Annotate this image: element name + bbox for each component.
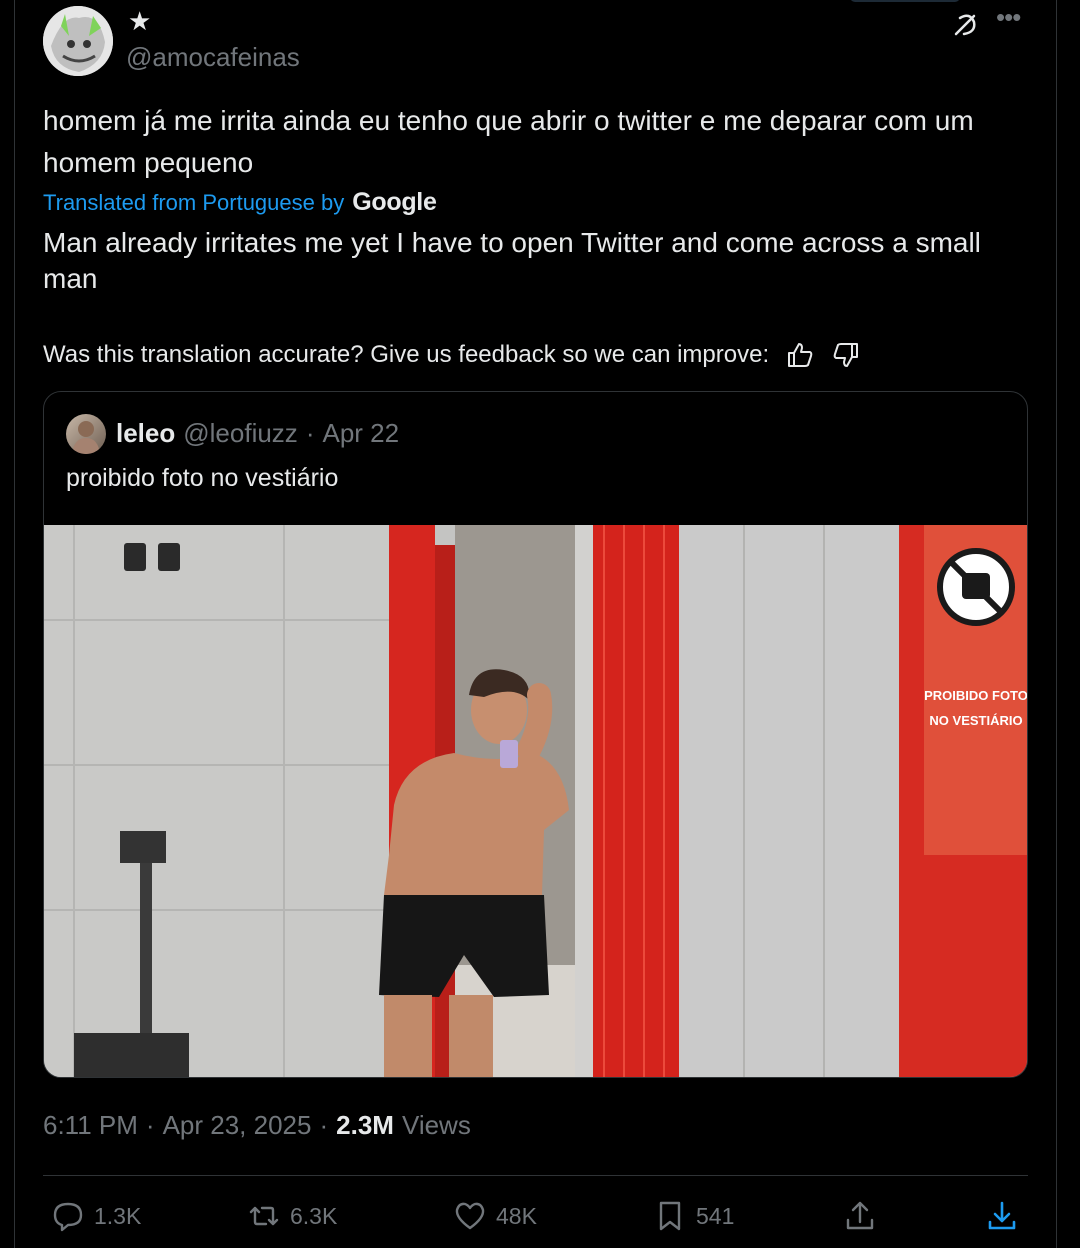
verified-star-icon: ★ (128, 6, 152, 36)
tweet-text: homem já me irrita ainda eu tenho que ab… (43, 105, 974, 178)
views-label: Views (401, 1110, 471, 1140)
quoted-post-text: proibido foto no vestiário (66, 464, 339, 492)
thumbs-up-icon[interactable] (785, 340, 815, 370)
quoted-post-header: leleo @leofiuzz · Apr 22 (116, 418, 399, 449)
quoted-author-name[interactable]: leleo (116, 418, 175, 449)
quoted-author-handle[interactable]: @leofiuzz (183, 418, 298, 449)
reply-icon (53, 1202, 83, 1232)
heart-icon (455, 1202, 485, 1230)
grok-icon[interactable] (950, 10, 980, 40)
meta-separator: · (145, 1110, 155, 1140)
translated-from-label[interactable]: Translated from Portuguese by (43, 190, 344, 216)
quoted-post-date[interactable]: Apr 22 (322, 418, 399, 449)
repost-count: 6.3K (290, 1202, 338, 1229)
more-options-icon[interactable]: ••• (996, 2, 1021, 33)
like-button[interactable]: 48K (452, 1198, 537, 1234)
quoted-avatar-image (72, 421, 100, 454)
share-button[interactable] (842, 1198, 878, 1234)
post-meta: 6:11 PM · Apr 23, 2025 · 2.3M Views (43, 1110, 471, 1141)
feedback-prompt: Was this translation accurate? Give us f… (43, 341, 770, 368)
translation-feedback: Was this translation accurate? Give us f… (43, 340, 861, 370)
download-icon (988, 1201, 1016, 1230)
thumbs-down-icon[interactable] (831, 340, 861, 370)
bookmark-count: 541 (696, 1202, 735, 1229)
avatar-image (43, 6, 113, 76)
repost-icon (249, 1206, 279, 1226)
quoted-post-photo[interactable]: PROIBIDO FOTO NO VESTIÁRIO (44, 525, 1028, 1078)
quoted-author-avatar[interactable] (66, 414, 106, 454)
post-date[interactable]: Apr 23, 2025 (163, 1110, 312, 1141)
sign-line-2: NO VESTIÁRIO (929, 713, 1022, 728)
reply-button[interactable]: 1.3K (50, 1198, 141, 1234)
meta-separator: · (305, 418, 315, 448)
download-button[interactable] (984, 1198, 1020, 1234)
meta-separator: · (319, 1110, 329, 1140)
translation-attribution[interactable]: Translated from Portuguese by Google (43, 188, 437, 217)
bookmark-button[interactable]: 541 (652, 1198, 734, 1234)
author-handle[interactable]: @amocafeinas (126, 42, 300, 73)
reply-count: 1.3K (94, 1202, 142, 1229)
post-time[interactable]: 6:11 PM (43, 1110, 138, 1141)
google-logo: Google (352, 188, 437, 216)
views-count: 2.3M (336, 1110, 394, 1140)
share-icon (846, 1201, 874, 1230)
author-avatar[interactable] (43, 6, 113, 76)
bookmark-icon (659, 1201, 681, 1231)
translation-text: Man already irritates me yet I have to o… (43, 227, 981, 294)
divider (43, 1175, 1028, 1176)
quoted-post[interactable]: leleo @leofiuzz · Apr 22 proibido foto n… (43, 391, 1028, 1078)
sign-line-1: PROIBIDO FOTO (924, 688, 1028, 703)
new-posts-pill[interactable] (850, 0, 960, 2)
like-count: 48K (496, 1202, 537, 1229)
repost-button[interactable]: 6.3K (246, 1198, 337, 1234)
